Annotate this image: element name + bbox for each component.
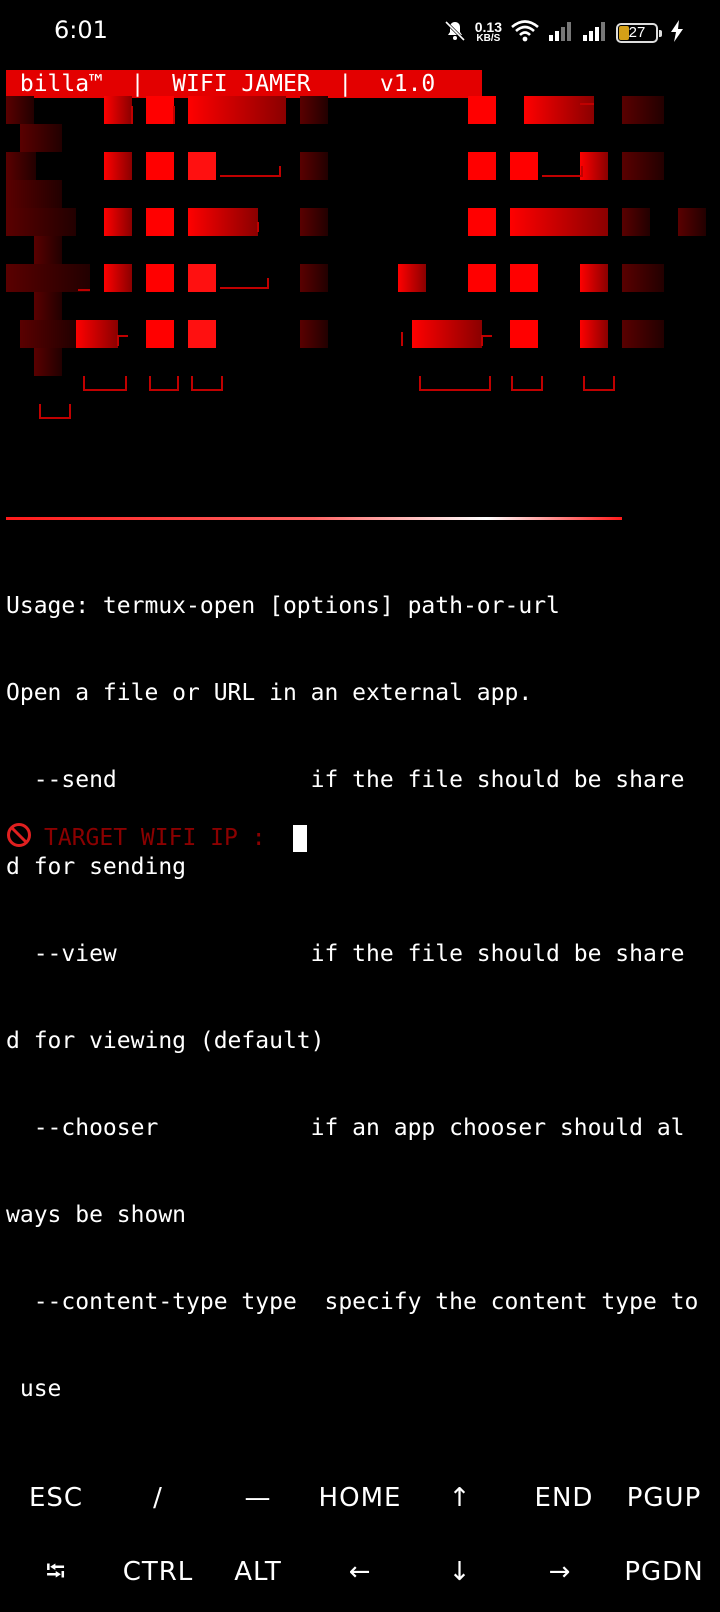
battery-icon: 27 bbox=[616, 23, 662, 43]
key-end[interactable]: END bbox=[514, 1468, 614, 1528]
key-pgup[interactable]: PGUP bbox=[614, 1468, 714, 1528]
key-dash[interactable]: — bbox=[208, 1468, 308, 1528]
key-ctrl[interactable]: CTRL bbox=[108, 1542, 208, 1602]
terminal-line: --send if the file should be share bbox=[6, 767, 685, 793]
text-cursor[interactable] bbox=[293, 824, 308, 852]
prompt-label: TARGET WIFI IP : bbox=[44, 825, 280, 851]
wifi-icon bbox=[510, 19, 540, 47]
status-icons: 0.13 KB/S 27 bbox=[443, 18, 684, 48]
extra-keys-bar: ESC / — HOME ↑ END PGUP ⭾ CTRL ALT ← ↓ →… bbox=[0, 1468, 720, 1612]
key-tab[interactable]: ⭾ bbox=[6, 1542, 106, 1602]
signal-icon bbox=[582, 20, 608, 46]
key-alt[interactable]: ALT bbox=[208, 1542, 308, 1602]
key-slash[interactable]: / bbox=[108, 1468, 208, 1528]
terminal-line: --content-type type specify the content … bbox=[6, 1289, 699, 1315]
terminal-line: ways be shown bbox=[6, 1202, 187, 1228]
status-time: 6:01 bbox=[54, 16, 108, 44]
banner-title: billa™ | WIFI JAMER | v1.0 bbox=[6, 70, 482, 98]
terminal-output: Usage: termux-open [options] path-or-url… bbox=[6, 534, 716, 1433]
network-speed: 0.13 KB/S bbox=[474, 19, 502, 44]
charging-icon bbox=[670, 20, 684, 46]
terminal-line: d for viewing (default) bbox=[6, 1028, 325, 1054]
bell-muted-icon bbox=[443, 19, 467, 47]
terminal-line: d for sending bbox=[6, 854, 187, 880]
key-down-arrow[interactable]: ↓ bbox=[410, 1542, 510, 1602]
target-ip-prompt[interactable]: TARGET WIFI IP : bbox=[6, 822, 308, 854]
key-right-arrow[interactable]: → bbox=[510, 1542, 610, 1602]
banner-divider bbox=[6, 517, 622, 520]
key-up-arrow[interactable]: ↑ bbox=[410, 1468, 510, 1528]
signal-icon bbox=[548, 20, 574, 46]
terminal-line: --chooser if an app chooser should al bbox=[6, 1115, 685, 1141]
key-esc[interactable]: ESC bbox=[6, 1468, 106, 1528]
key-pgdn[interactable]: PGDN bbox=[614, 1542, 714, 1602]
key-home[interactable]: HOME bbox=[310, 1468, 410, 1528]
key-left-arrow[interactable]: ← bbox=[310, 1542, 410, 1602]
prohibited-icon bbox=[6, 822, 32, 854]
ascii-art-logo bbox=[6, 96, 706, 419]
terminal-line: Open a file or URL in an external app. bbox=[6, 680, 533, 706]
status-bar: 6:01 0.13 KB/S 27 bbox=[0, 0, 720, 66]
terminal-line: --view if the file should be share bbox=[6, 941, 685, 967]
ascii-art-outlines bbox=[39, 103, 615, 419]
terminal-line: use bbox=[6, 1376, 62, 1402]
terminal-line: Usage: termux-open [options] path-or-url bbox=[6, 593, 560, 619]
ascii-art-blocks bbox=[6, 96, 706, 376]
